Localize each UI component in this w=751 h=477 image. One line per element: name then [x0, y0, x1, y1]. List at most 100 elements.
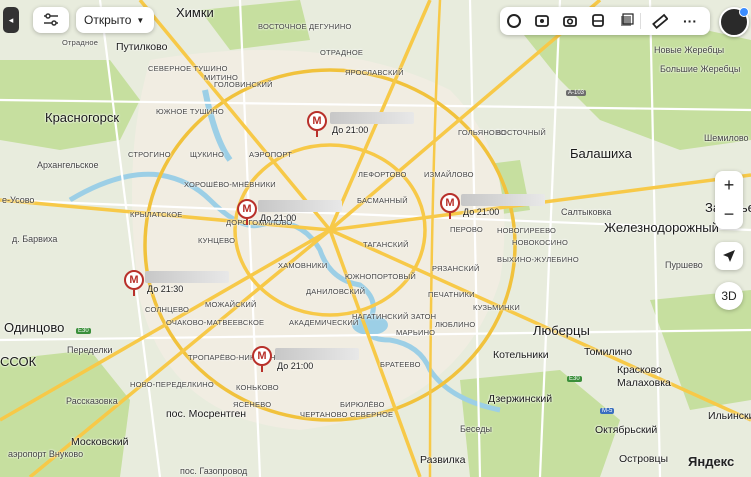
place-lyubertsy: Люберцы [533, 323, 590, 338]
more-icon[interactable]: ··· [680, 11, 700, 31]
place-razvilka: Развилка [420, 454, 466, 466]
metro-hours: До 21:00 [277, 361, 314, 371]
district-label: МОЖАЙСКИЙ [205, 300, 257, 309]
place-ostrovtsy: Островцы [619, 453, 669, 465]
place-purshevo: Пуршево [665, 260, 703, 270]
district-label: ВОСТОЧНОЕ ДЕГУНИНО [258, 22, 352, 31]
district-label: НОВО-ПЕРЕДЕЛКИНО [130, 380, 214, 389]
district-label: ИЗМАЙЛОВО [424, 170, 474, 179]
metro-letter: М [445, 197, 455, 209]
district-label: ХОРОШЁВО-МНЁВНИКИ [184, 180, 276, 189]
place-otradnoe: Отрадное [62, 38, 99, 47]
district-label: ЯРОСЛАВСКИЙ [345, 68, 404, 77]
transport-icon[interactable] [588, 11, 608, 31]
district-label: ТАГАНСКИЙ [363, 240, 409, 249]
place-usovo: е-Усово [2, 195, 35, 205]
place-ilyinsky: Ильинский [708, 410, 751, 422]
district-label: СОЛНЦЕВО [145, 305, 190, 314]
metro-hours: До 21:30 [147, 284, 184, 294]
district-label: МАРЬИНО [396, 328, 436, 337]
place-mosrentgen: пос. Мосрентген [166, 408, 247, 420]
filter-button[interactable] [33, 7, 69, 33]
district-label: НОВОКОСИНО [512, 238, 569, 247]
map-mode-icon[interactable] [616, 11, 636, 31]
layers-icon[interactable] [504, 11, 524, 31]
place-kotelniki: Котельники [493, 349, 549, 361]
district-label: РЯЗАНСКИЙ [432, 264, 480, 273]
user-avatar[interactable] [719, 7, 749, 37]
place-balashikha: Балашиха [570, 146, 632, 161]
district-label: ЩУКИНО [190, 150, 225, 159]
district-label: ЮЖНОПОРТОВЫЙ [345, 272, 416, 281]
road-shield-a103: А-103 [566, 90, 587, 96]
metro-station-name-placeholder [258, 200, 342, 212]
place-khimki: Химки [176, 5, 214, 20]
collapse-panel-button[interactable]: ◂ [3, 7, 19, 33]
metro-hours: До 21:00 [332, 125, 369, 135]
my-location-button[interactable] [715, 242, 743, 270]
metro-pin-tail [449, 213, 451, 219]
place-arkhangelskoe: Архангельское [37, 160, 99, 170]
district-label: ОТРАДНОЕ [320, 48, 364, 57]
metro-station-name-placeholder [330, 112, 414, 124]
road-shield-m5: М-5 [600, 408, 615, 414]
district-label: НОВОГИРЕЕВО [497, 226, 557, 235]
district-label: АКАДЕМИЧЕСКИЙ [289, 318, 359, 327]
road-shield-e30-east: Е30 [567, 376, 582, 382]
chevron-left-icon: ◂ [8, 14, 14, 25]
place-cccp: ССОК [0, 354, 37, 369]
place-putilkovo: Путилково [116, 41, 168, 53]
place-shemilovo: Шемилово [704, 133, 749, 143]
zoom-out-button[interactable]: − [715, 200, 743, 229]
place-tomilino: Томилино [584, 346, 633, 358]
metro-icon: М [440, 193, 460, 213]
place-saltykovka: Салтыковка [561, 207, 612, 217]
place-novye-zhereby: Новые Жеребцы [654, 45, 725, 55]
place-sosenki: пос. Газопровод [180, 466, 248, 476]
ruler-icon[interactable] [650, 11, 670, 31]
district-label: ДАНИЛОВСКИЙ [306, 287, 366, 296]
place-rasskazovka: Рассказовка [66, 396, 118, 406]
district-label: КОНЬКОВО [236, 383, 279, 392]
metro-pin-tail [261, 366, 263, 372]
metro-station-name-placeholder [275, 348, 359, 360]
road-shield-e30: Е30 [76, 328, 91, 334]
panorama-icon[interactable] [532, 11, 552, 31]
metro-letter: М [257, 350, 267, 362]
place-odintsovo: Одинцово [4, 320, 65, 335]
metro-icon: М [124, 270, 144, 290]
district-label: ЛЕФОРТОВО [358, 170, 407, 179]
3d-toggle-button[interactable]: 3D [715, 282, 743, 310]
yandex-logo: Яндекс [688, 454, 735, 469]
district-label: АЭРОПОРТ [249, 150, 292, 159]
district-label: ПЕЧАТНИКИ [428, 290, 475, 299]
district-label: ЛЮБЛИНО [435, 320, 476, 329]
district-label: ЧЕРТАНОВО СЕВЕРНОЕ [300, 410, 394, 419]
place-vnukovo: аэропорт Внуково [8, 449, 84, 459]
district-label: ПЕРОВО [450, 225, 483, 234]
place-zheleznodorozhny: Железнодорожный [604, 220, 719, 235]
place-barvikha: д. Барвиха [12, 234, 58, 244]
place-peredelki: Переделки [67, 345, 113, 355]
metro-hours: До 21:00 [463, 207, 500, 217]
district-label: КРЫЛАТСКОЕ [130, 210, 183, 219]
metro-pin-tail [133, 290, 135, 296]
camera-icon[interactable] [560, 11, 580, 31]
zoom-in-button[interactable]: + [715, 171, 743, 200]
district-label: ХАМОВНИКИ [278, 261, 328, 270]
map-toolbar: ··· [500, 7, 710, 35]
place-kraskovo: Красково [617, 364, 662, 376]
district-label: ЮЖНОЕ ТУШИНО [156, 107, 224, 116]
metro-station-name-placeholder [145, 271, 229, 283]
metro-icon: М [237, 199, 257, 219]
open-now-filter[interactable]: Открыто ▼ [76, 7, 155, 33]
district-label: НАГАТИНСКИЙ ЗАТОН [352, 312, 437, 321]
district-label: ОЧАКОВО-МАТВЕЕВСКОЕ [166, 318, 265, 327]
open-now-label: Открыто [84, 13, 132, 27]
dropdown-caret-icon: ▼ [136, 15, 145, 25]
place-besedy: Беседы [460, 424, 492, 434]
metro-letter: М [242, 203, 252, 215]
district-label: МИТИНО [204, 73, 239, 82]
place-moskovsky: Московский [71, 436, 129, 448]
zoom-control: + − [715, 171, 743, 229]
